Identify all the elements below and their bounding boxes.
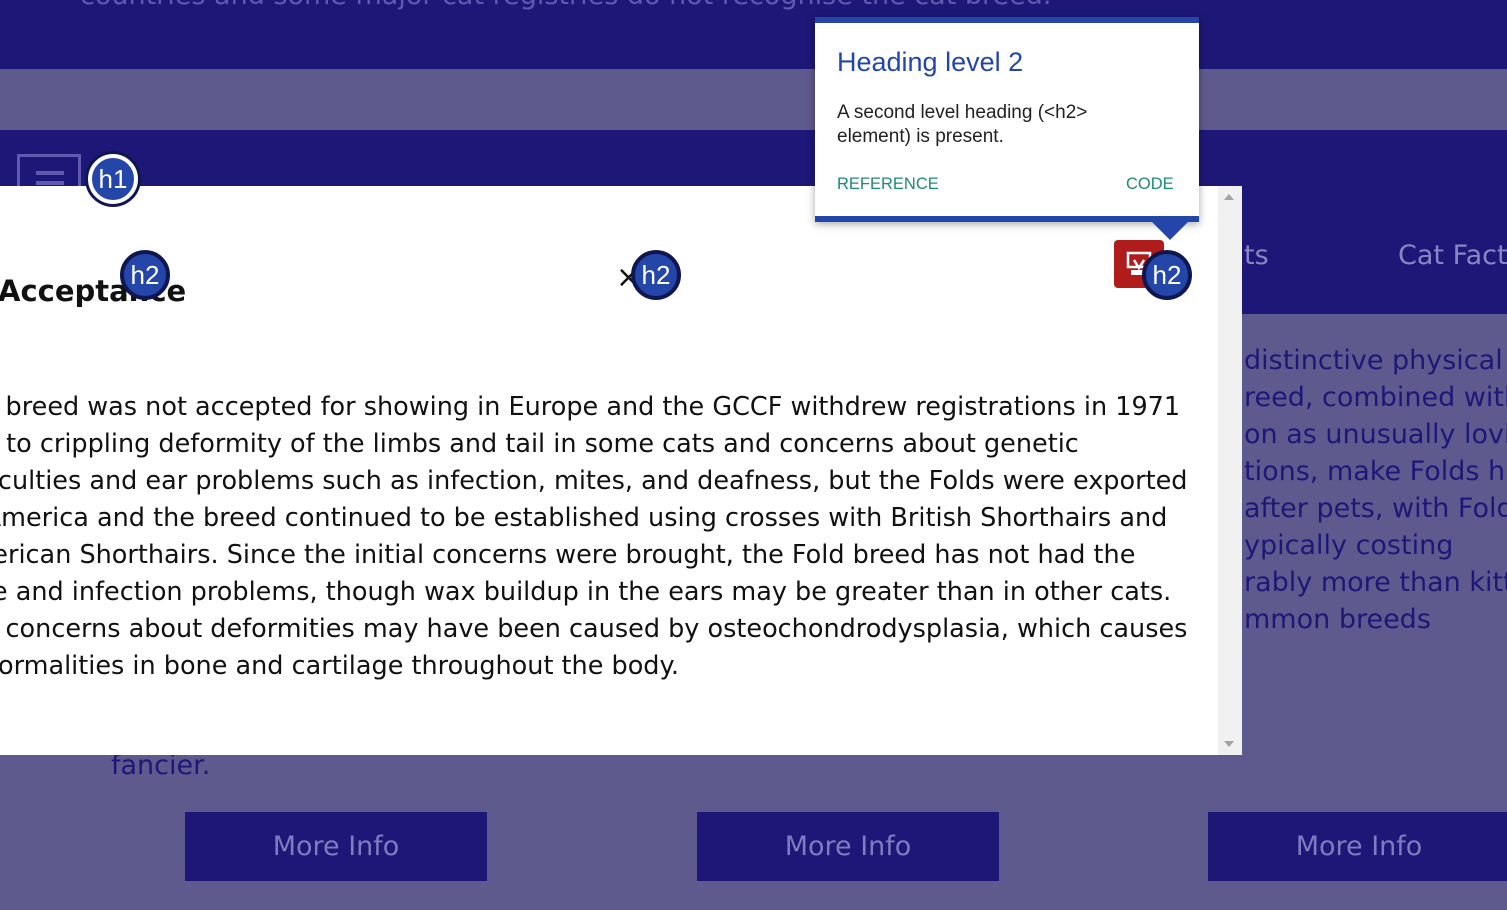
- more-info-button[interactable]: More Info: [697, 812, 999, 881]
- h2-badge[interactable]: h2: [120, 250, 170, 300]
- modal-dialog: Acceptance × The breed was not accepted …: [0, 186, 1242, 755]
- body-line: mite and infection problems, though wax …: [0, 577, 1172, 607]
- body-line: difficulties and ear problems such as in…: [0, 466, 1188, 496]
- tooltip-title: Heading level 2: [837, 47, 1024, 77]
- body-line: The breed was not accepted for showing i…: [0, 392, 1181, 422]
- scroll-up-icon[interactable]: [1224, 194, 1234, 200]
- heading-tooltip: Heading level 2 A second level heading (…: [815, 17, 1199, 222]
- reference-link[interactable]: REFERENCE: [837, 175, 939, 194]
- body-line: The concerns about deformities may have …: [0, 614, 1188, 644]
- description-line: on as unusually lovin: [1244, 419, 1507, 450]
- body-line: due to crippling deformity of the limbs …: [0, 429, 1079, 459]
- description-line: rably more than kitte: [1244, 567, 1507, 598]
- description-line: after pets, with Fold: [1244, 493, 1507, 524]
- tooltip-description: A second level heading (<h2> element) is…: [837, 102, 1088, 147]
- h2-badge[interactable]: h2: [1142, 250, 1192, 300]
- more-info-button[interactable]: More Info: [185, 812, 487, 881]
- breed-description: distinctive physical t reed, combined wi…: [1244, 342, 1507, 638]
- tooltip-pointer: [1152, 222, 1188, 240]
- body-line: to America and the breed continued to be…: [0, 503, 1168, 533]
- description-line: reed, combined with t: [1244, 382, 1507, 413]
- intro-text: countries and some major cat registries …: [80, 0, 1051, 11]
- nav-item-partial[interactable]: ts: [1244, 240, 1269, 271]
- description-line: ypically costing: [1244, 530, 1454, 561]
- nav-item-cat-facts[interactable]: Cat Facts: [1398, 240, 1507, 271]
- description-line: mmon breeds: [1244, 604, 1431, 635]
- h2-badge[interactable]: h2: [631, 250, 681, 300]
- description-line: distinctive physical t: [1244, 345, 1507, 376]
- code-link[interactable]: CODE: [1126, 175, 1174, 194]
- separator-band: [0, 69, 1507, 130]
- body-line: abnormalities in bone and cartilage thro…: [0, 651, 680, 681]
- modal-scrollbar[interactable]: [1218, 186, 1242, 755]
- logo-icon[interactable]: [17, 154, 81, 190]
- h1-badge[interactable]: h1: [88, 154, 138, 204]
- description-line: tions, make Folds high: [1244, 456, 1507, 487]
- more-info-button[interactable]: More Info: [1208, 812, 1507, 881]
- scroll-down-icon[interactable]: [1224, 741, 1234, 747]
- modal-body: The breed was not accepted for showing i…: [0, 389, 1188, 685]
- body-line: American Shorthairs. Since the initial c…: [0, 540, 1136, 570]
- top-band: countries and some major cat registries …: [0, 0, 1507, 69]
